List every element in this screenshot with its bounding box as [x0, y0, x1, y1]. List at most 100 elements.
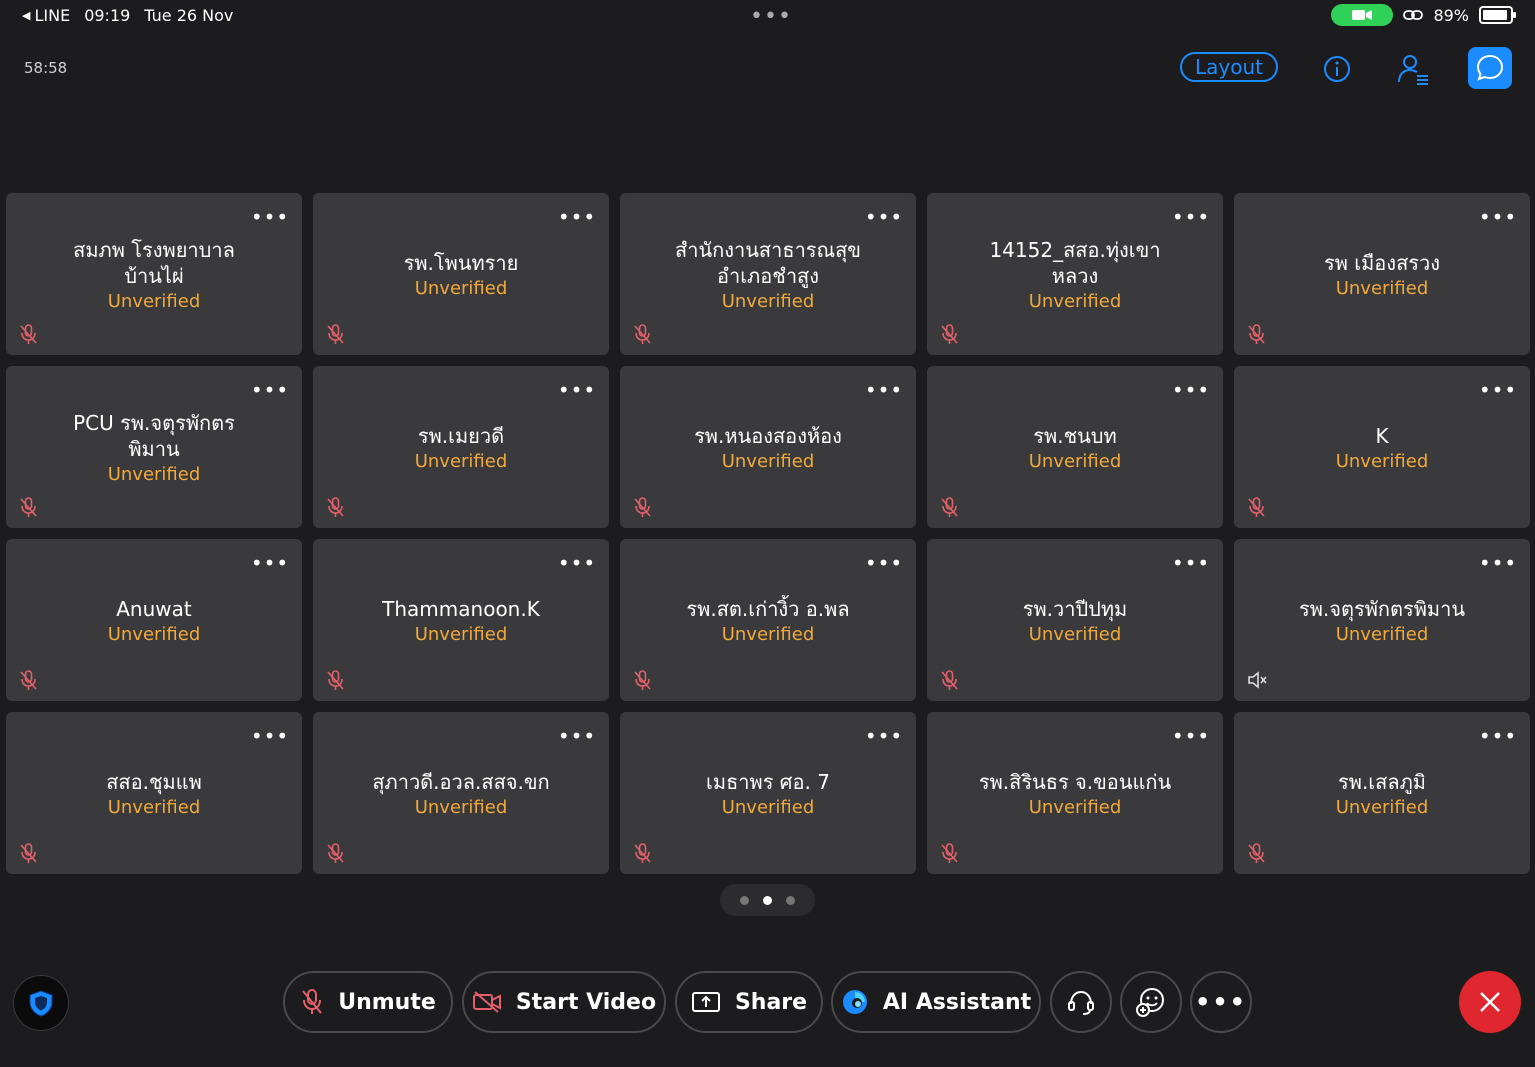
participant-tile[interactable]: ••• Thammanoon.K Unverified: [313, 539, 609, 701]
verification-status: Unverified: [107, 290, 201, 312]
participant-name: รพ.ชนบท: [1033, 423, 1117, 448]
participant-tile[interactable]: ••• รพ.ชนบท Unverified: [927, 366, 1223, 528]
participant-name: Thammanoon.K: [382, 596, 540, 621]
participant-name: รพ.จตุรพักตรพิมาน: [1298, 596, 1466, 621]
participant-name: เมธาพร ศอ. 7: [706, 769, 830, 794]
multitasking-dots-icon[interactable]: •••: [750, 4, 792, 29]
ai-assistant-button[interactable]: AI Assistant: [831, 971, 1041, 1033]
verification-status: Unverified: [721, 623, 815, 645]
status-bar-left: ◀ LINE 09:19 Tue 26 Nov: [22, 6, 233, 25]
tile-more-icon[interactable]: •••: [1479, 724, 1516, 748]
back-to-app[interactable]: ◀ LINE: [22, 6, 70, 25]
participant-tile[interactable]: ••• รพ.โพนทราย Unverified: [313, 193, 609, 355]
participant-tile[interactable]: ••• รพ.หนองสองห้อง Unverified: [620, 366, 916, 528]
tile-more-icon[interactable]: •••: [251, 551, 288, 575]
audio-connection-button[interactable]: [1050, 971, 1112, 1033]
microphone-muted-icon: [325, 669, 347, 691]
participant-tile[interactable]: ••• รพ.สต.เก่างิ้ว อ.พล Unverified: [620, 539, 916, 701]
tile-more-icon[interactable]: •••: [1172, 378, 1209, 402]
start-video-button[interactable]: Start Video: [462, 971, 666, 1033]
status-date: Tue 26 Nov: [144, 6, 234, 25]
tile-more-icon[interactable]: •••: [1172, 551, 1209, 575]
share-button[interactable]: Share: [675, 971, 823, 1033]
participant-name: สุภาวดี.อวล.สสจ.ขก: [372, 769, 550, 794]
microphone-muted-icon: [302, 989, 322, 1014]
participant-tile[interactable]: ••• สสอ.ชุมแพ Unverified: [6, 712, 302, 874]
layout-button[interactable]: Layout: [1180, 52, 1278, 82]
verification-status: Unverified: [1335, 450, 1429, 472]
tile-more-icon[interactable]: •••: [558, 724, 595, 748]
participant-tile[interactable]: ••• PCU รพ.จตุรพักตรพิมาน Unverified: [6, 366, 302, 528]
participant-tile[interactable]: ••• สุภาวดี.อวล.สสจ.ขก Unverified: [313, 712, 609, 874]
chat-button[interactable]: [1468, 47, 1512, 89]
participant-tile[interactable]: ••• K Unverified: [1234, 366, 1530, 528]
reactions-button[interactable]: [1120, 971, 1182, 1033]
verification-status: Unverified: [107, 796, 201, 818]
meeting-timer: 58:58: [24, 59, 68, 77]
unmute-label: Unmute: [338, 989, 436, 1015]
verification-status: Unverified: [414, 277, 508, 299]
participant-tile[interactable]: ••• รพ.เสลภูมิ Unverified: [1234, 712, 1530, 874]
tile-more-icon[interactable]: •••: [1172, 724, 1209, 748]
participant-tile[interactable]: ••• เมธาพร ศอ. 7 Unverified: [620, 712, 916, 874]
participant-tile[interactable]: ••• 14152_สสอ.ทุ่งเขาหลวง Unverified: [927, 193, 1223, 355]
camera-in-use-icon: [1331, 4, 1394, 26]
participant-tile[interactable]: ••• Anuwat Unverified: [6, 539, 302, 701]
tile-more-icon[interactable]: •••: [865, 551, 902, 575]
tile-more-icon[interactable]: •••: [251, 205, 288, 229]
tile-more-icon[interactable]: •••: [1479, 378, 1516, 402]
participant-name: รพ เมืองสรวง: [1323, 250, 1441, 275]
verification-status: Unverified: [107, 463, 201, 485]
unmute-button[interactable]: Unmute: [283, 971, 453, 1033]
tile-more-icon[interactable]: •••: [1479, 551, 1516, 575]
tile-more-icon[interactable]: •••: [865, 205, 902, 229]
microphone-muted-icon: [632, 323, 654, 345]
participant-tile[interactable]: ••• สมภพ โรงพยาบาลบ้านไผ่ Unverified: [6, 193, 302, 355]
participant-name: K: [1375, 423, 1389, 448]
tile-more-icon[interactable]: •••: [865, 378, 902, 402]
microphone-muted-icon: [632, 842, 654, 864]
participant-tile[interactable]: ••• รพ.วาปีปทุม Unverified: [927, 539, 1223, 701]
battery-percent: 89%: [1433, 5, 1469, 25]
back-app-label: LINE: [34, 6, 71, 25]
participant-tile[interactable]: ••• รพ เมืองสรวง Unverified: [1234, 193, 1530, 355]
page-dot[interactable]: [740, 895, 749, 905]
more-options-button[interactable]: •••: [1190, 971, 1252, 1033]
participant-tile[interactable]: ••• สำนักงานสาธารณสุขอำเภอชำสูง Unverified: [620, 193, 916, 355]
tile-more-icon[interactable]: •••: [1479, 205, 1516, 229]
share-screen-icon: [691, 992, 720, 1012]
security-shield-button[interactable]: [13, 975, 69, 1031]
microphone-muted-icon: [325, 496, 347, 518]
info-icon[interactable]: [1316, 48, 1358, 90]
ai-assistant-icon: [842, 990, 867, 1014]
tile-more-icon[interactable]: •••: [1172, 205, 1209, 229]
microphone-muted-icon: [18, 496, 40, 518]
microphone-muted-icon: [939, 842, 961, 864]
tile-more-icon[interactable]: •••: [251, 378, 288, 402]
verification-status: Unverified: [414, 623, 508, 645]
tile-more-icon[interactable]: •••: [558, 378, 595, 402]
status-bar-right: 89%: [1331, 4, 1516, 26]
page-indicator[interactable]: [720, 884, 815, 916]
verification-status: Unverified: [1335, 796, 1429, 818]
participants-icon[interactable]: [1392, 48, 1434, 90]
tile-more-icon[interactable]: •••: [558, 205, 595, 229]
participant-name: PCU รพ.จตุรพักตรพิมาน: [73, 410, 235, 461]
participant-tile[interactable]: ••• รพ.สิรินธร จ.ขอนแก่น Unverified: [927, 712, 1223, 874]
participant-tile[interactable]: ••• รพ.เมยวดี Unverified: [313, 366, 609, 528]
tile-more-icon[interactable]: •••: [251, 724, 288, 748]
microphone-muted-icon: [18, 669, 40, 691]
battery-icon: [1479, 6, 1516, 24]
page-dot[interactable]: [786, 895, 795, 905]
tile-more-icon[interactable]: •••: [865, 724, 902, 748]
verification-status: Unverified: [1028, 796, 1122, 818]
verification-status: Unverified: [1028, 623, 1122, 645]
end-call-button[interactable]: [1459, 971, 1521, 1033]
participant-name: สสอ.ชุมแพ: [106, 769, 202, 794]
participant-name: 14152_สสอ.ทุ่งเขาหลวง: [989, 237, 1161, 288]
participant-tile[interactable]: ••• รพ.จตุรพักตรพิมาน Unverified: [1234, 539, 1530, 701]
participant-name: สำนักงานสาธารณสุขอำเภอชำสูง: [675, 237, 861, 288]
page-dot[interactable]: [763, 895, 772, 905]
tile-more-icon[interactable]: •••: [558, 551, 595, 575]
microphone-muted-icon: [1246, 323, 1268, 345]
